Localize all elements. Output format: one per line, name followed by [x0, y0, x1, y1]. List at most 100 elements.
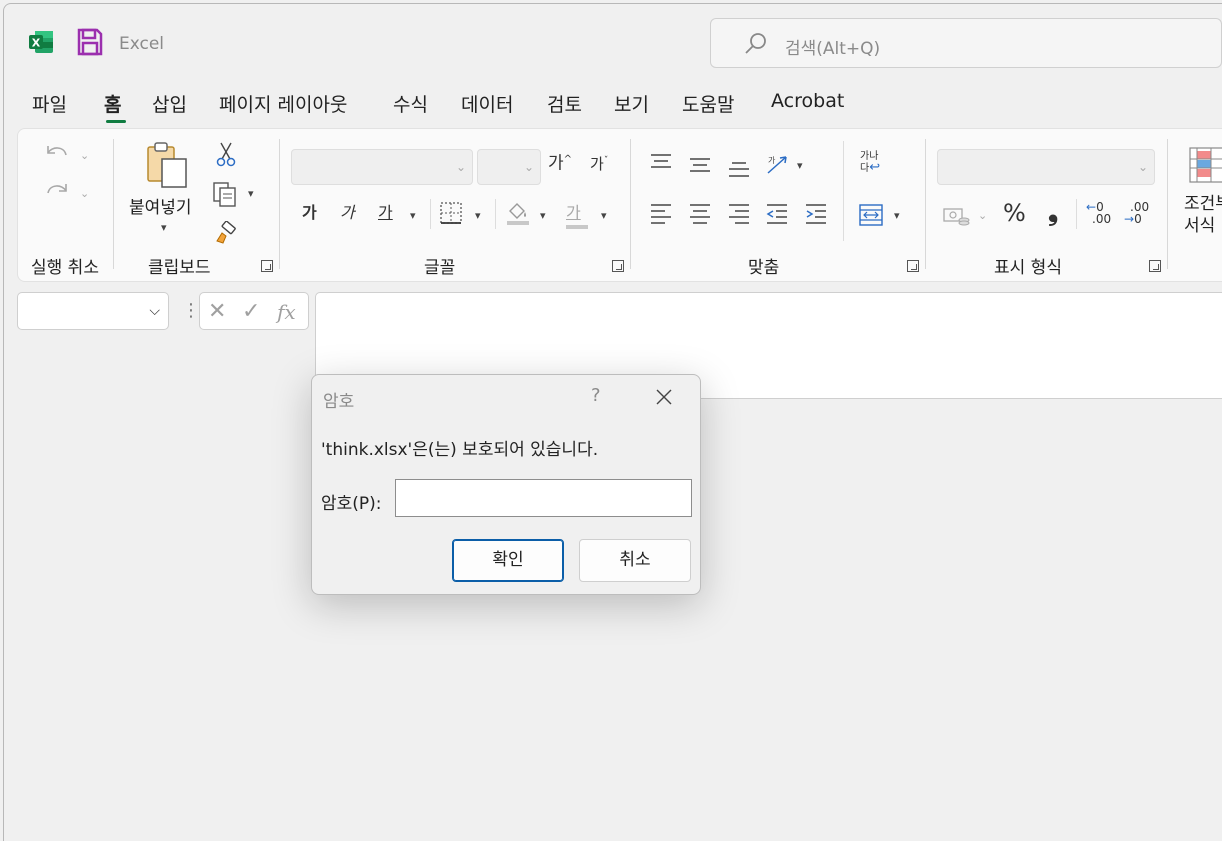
group-label-font: 글꼴 [424, 258, 456, 278]
ribbon: ⌄ ⌄ 실행 취소 붙여넣기 ▾ ▾ 클립보드 ⌄ ⌄ 가^ 가ˇ 가 가 가 … [17, 128, 1222, 282]
align-bottom-icon[interactable] [727, 161, 751, 179]
merge-dropdown-icon[interactable]: ▾ [894, 209, 900, 222]
dialog-title: 암호 [323, 392, 355, 412]
help-icon[interactable]: ? [591, 385, 601, 406]
ok-button[interactable]: 확인 [452, 539, 564, 582]
tab-home[interactable]: 홈 [104, 90, 121, 117]
fill-color-dropdown-icon[interactable]: ▾ [540, 209, 546, 222]
increase-font-size-button[interactable]: 가^ [548, 155, 572, 173]
tab-review[interactable]: 검토 [547, 90, 582, 117]
align-center-icon[interactable] [688, 203, 712, 225]
cut-icon[interactable] [215, 141, 237, 167]
undo-dropdown-icon[interactable]: ⌄ [80, 149, 89, 162]
confirm-entry-icon[interactable]: ✓ [242, 299, 260, 324]
redo-dropdown-icon[interactable]: ⌄ [80, 187, 89, 200]
copy-icon[interactable] [211, 181, 239, 207]
paste-icon[interactable] [144, 141, 192, 191]
divider [430, 199, 431, 229]
conditional-formatting-icon[interactable] [1189, 147, 1222, 183]
tab-page-layout[interactable]: 페이지 레이아웃 [219, 90, 347, 117]
format-painter-icon[interactable] [213, 221, 239, 247]
search-box[interactable]: 검색(Alt+Q) [710, 18, 1222, 68]
italic-button[interactable]: 가 [340, 205, 355, 221]
conditional-formatting-button[interactable]: 조건부 서식 [1184, 193, 1222, 237]
excel-logo-icon: X [29, 31, 53, 53]
group-separator [1167, 139, 1168, 269]
alignment-launcher-icon[interactable] [907, 260, 919, 272]
redo-icon[interactable] [42, 179, 72, 205]
svg-text:X: X [32, 37, 41, 50]
increase-decimal-button[interactable]: ←0 .00 [1086, 201, 1111, 225]
insert-function-icon[interactable]: fx [277, 300, 296, 324]
font-launcher-icon[interactable] [612, 260, 624, 272]
wrap-text-button[interactable]: 가나 다↩ [860, 151, 880, 174]
comma-style-button[interactable]: ❟ [1048, 199, 1058, 225]
align-top-icon[interactable] [649, 153, 673, 171]
underline-dropdown-icon[interactable]: ▾ [410, 209, 416, 222]
search-icon [745, 33, 766, 54]
tab-help[interactable]: 도움말 [682, 90, 734, 117]
group-label-number: 표시 형식 [994, 258, 1062, 278]
divider [843, 141, 844, 241]
save-icon[interactable] [77, 28, 103, 56]
group-separator [925, 139, 926, 269]
group-separator [630, 139, 631, 269]
number-launcher-icon[interactable] [1149, 260, 1161, 272]
align-right-icon[interactable] [727, 203, 751, 225]
password-dialog: 암호 ? 'think.xlsx'은(는) 보호되어 있습니다. 암호(P): … [311, 374, 701, 595]
group-label-alignment: 맞춤 [748, 258, 780, 278]
decrease-font-size-button[interactable]: 가ˇ [590, 157, 608, 172]
group-separator [279, 139, 280, 269]
decrease-indent-icon[interactable] [765, 203, 789, 225]
password-input[interactable] [395, 479, 692, 517]
decrease-decimal-button[interactable]: .00 →0 [1124, 201, 1149, 225]
cancel-entry-icon[interactable]: ✕ [208, 299, 226, 324]
dialog-message: 'think.xlsx'은(는) 보호되어 있습니다. [321, 440, 599, 460]
tab-insert[interactable]: 삽입 [152, 90, 187, 117]
active-tab-indicator [106, 120, 126, 123]
accounting-dropdown-icon[interactable]: ⌄ [978, 209, 987, 222]
cancel-button[interactable]: 취소 [579, 539, 691, 582]
align-middle-icon[interactable] [688, 157, 712, 175]
percent-style-button[interactable]: % [1003, 201, 1026, 225]
divider [495, 199, 496, 229]
paste-button-label[interactable]: 붙여넣기 [129, 193, 192, 218]
accounting-format-icon[interactable] [942, 205, 970, 227]
chevron-down-icon: ⌄ [1137, 160, 1148, 174]
tab-formulas[interactable]: 수식 [393, 90, 428, 117]
fill-color-icon[interactable] [505, 199, 531, 227]
font-color-dropdown-icon[interactable]: ▾ [601, 209, 607, 222]
tab-acrobat[interactable]: Acrobat [771, 90, 844, 112]
tab-view[interactable]: 보기 [614, 90, 649, 117]
tab-file[interactable]: 파일 [32, 90, 67, 117]
borders-icon[interactable] [439, 201, 463, 225]
merge-center-icon[interactable] [858, 203, 884, 227]
ribbon-tabs: 파일 홈 삽입 페이지 레이아웃 수식 데이터 검토 보기 도움말 Acroba… [4, 90, 1222, 126]
copy-dropdown-icon[interactable]: ▾ [248, 187, 254, 200]
paste-dropdown-icon[interactable]: ▾ [161, 221, 167, 234]
orientation-dropdown-icon[interactable]: ▾ [797, 159, 803, 172]
orientation-icon[interactable]: 가 [764, 151, 794, 179]
increase-indent-icon[interactable] [804, 203, 828, 225]
font-size-combo[interactable]: ⌄ [477, 149, 541, 185]
close-icon[interactable] [654, 387, 674, 407]
password-label: 암호(P): [321, 494, 382, 514]
chevron-down-icon: ⌄ [523, 160, 534, 174]
chevron-down-icon[interactable]: ⌵ [149, 303, 160, 319]
bold-button[interactable]: 가 [302, 205, 317, 221]
borders-dropdown-icon[interactable]: ▾ [475, 209, 481, 222]
clipboard-launcher-icon[interactable] [261, 260, 273, 272]
number-format-combo[interactable]: ⌄ [937, 149, 1155, 185]
underline-button[interactable]: 가 [378, 205, 393, 221]
more-options-icon[interactable]: ⋮ [182, 300, 200, 321]
group-label-clipboard: 클립보드 [148, 258, 211, 278]
tab-data[interactable]: 데이터 [461, 90, 513, 117]
font-color-icon[interactable]: 가 [566, 199, 588, 229]
undo-icon[interactable] [42, 141, 72, 167]
search-placeholder: 검색(Alt+Q) [785, 39, 881, 59]
name-box[interactable]: ⌵ [17, 292, 169, 330]
svg-text:가: 가 [768, 156, 776, 165]
align-left-icon[interactable] [649, 203, 673, 225]
font-name-combo[interactable]: ⌄ [291, 149, 473, 185]
divider [1076, 199, 1077, 229]
